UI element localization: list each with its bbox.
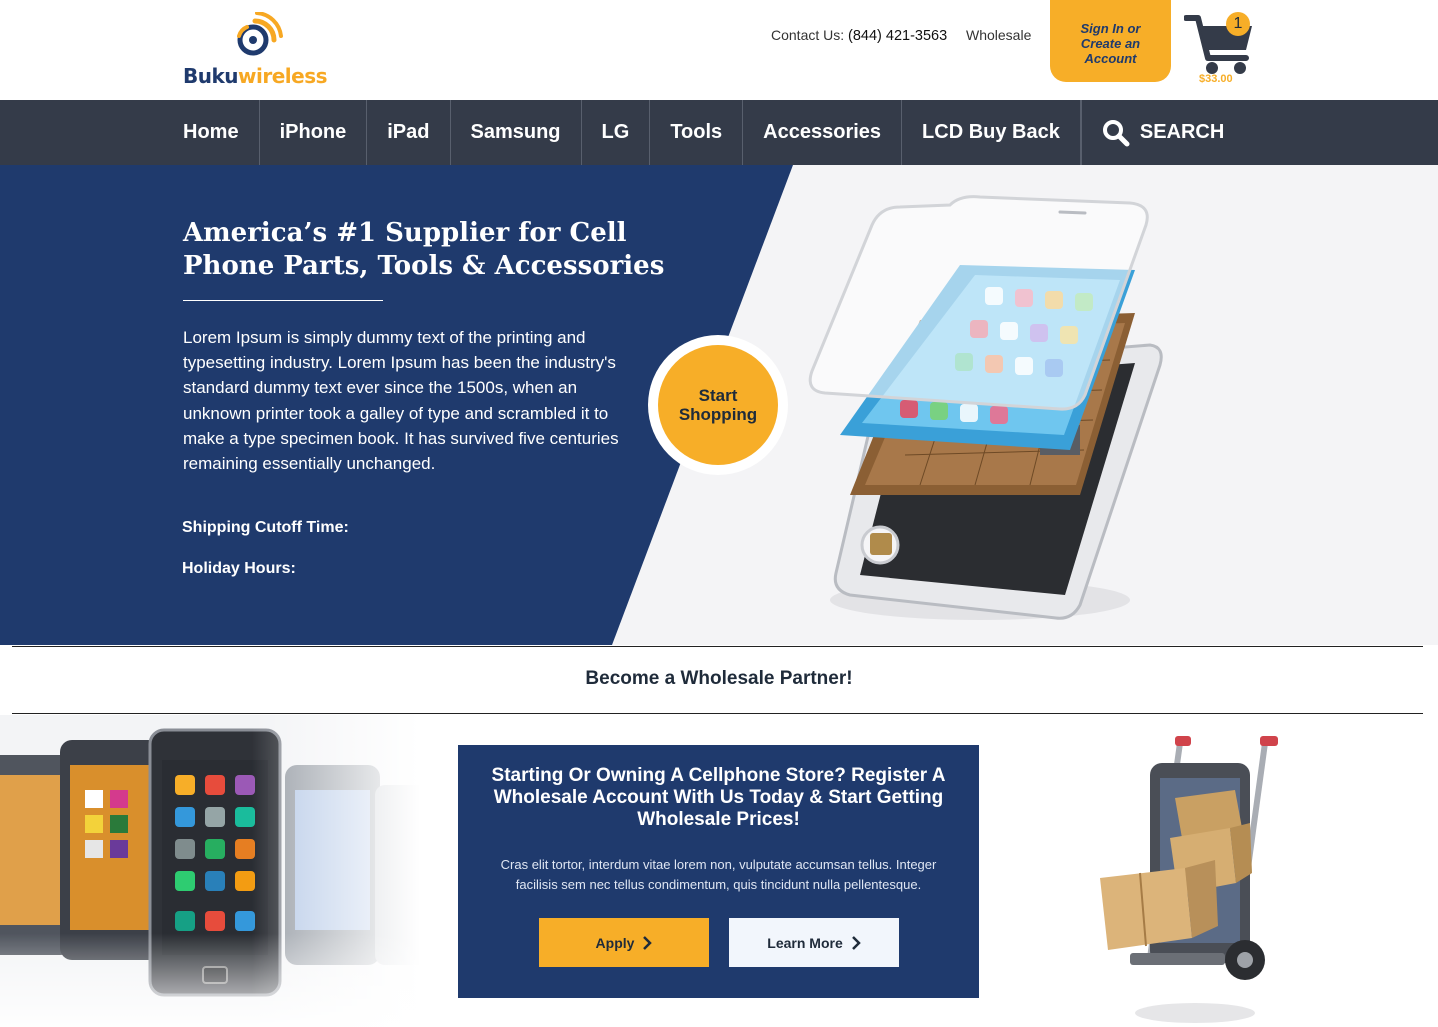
logo-text-wireless: wireless	[238, 64, 328, 88]
contact-label: Contact Us:	[771, 27, 845, 43]
logo-text-buku: Buku	[183, 64, 239, 88]
nav-item-ipad[interactable]: iPad	[367, 100, 451, 165]
hero-banner: America’s #1 Supplier for Cell Phone Par…	[0, 165, 1438, 645]
logo-wordmark: Bukuwireless	[183, 64, 328, 88]
nav-item-tools[interactable]: Tools	[650, 100, 744, 165]
apply-label: Apply	[595, 934, 635, 951]
logo-signal-icon	[237, 12, 283, 56]
hero-body-text: Lorem Ipsum is simply dummy text of the …	[183, 328, 619, 474]
hero-divider	[183, 300, 383, 301]
nav-item-home[interactable]: Home	[163, 100, 260, 165]
signin-label: Sign In or Create an Account	[1080, 20, 1141, 66]
wholesale-link[interactable]: Wholesale	[966, 27, 1031, 43]
contact-phone-link[interactable]: (844) 421-3563	[848, 28, 947, 44]
learn-more-label: Learn More	[767, 934, 843, 951]
chevron-right-icon	[851, 935, 861, 950]
smartphones-image	[0, 715, 420, 1027]
cart-button[interactable]: 1 $33.00	[1184, 12, 1256, 90]
start-shopping-label: Start Shopping	[670, 386, 766, 424]
start-shopping-text: Start Shopping	[678, 386, 758, 424]
nav-item-lcd-buy-back[interactable]: LCD Buy Back	[902, 100, 1081, 165]
start-shopping-button[interactable]: Start Shopping	[648, 335, 788, 475]
chevron-right-icon	[643, 935, 653, 950]
holiday-hours-label: Holiday Hours:	[182, 560, 296, 577]
exploded-phone-image	[808, 195, 1163, 620]
nav-item-accessories[interactable]: Accessories	[743, 100, 903, 165]
nav-item-iphone[interactable]: iPhone	[260, 100, 368, 165]
strip-bottom-divider	[12, 713, 1423, 714]
hand-truck-boxes-image	[1100, 736, 1278, 1023]
nav-search-button[interactable]: SEARCH	[1080, 100, 1225, 165]
contact-info: Contact Us: (844) 421-3563	[771, 27, 947, 44]
signin-button[interactable]: Sign In or Create an Account	[1050, 0, 1171, 82]
strip-top-divider	[12, 646, 1423, 647]
learn-more-button[interactable]: Learn More	[729, 918, 899, 967]
nav-search-label: SEARCH	[1139, 121, 1225, 143]
brand-logo[interactable]: Bukuwireless	[183, 12, 328, 90]
wholesale-strip-title: Become a Wholesale Partner!	[585, 668, 853, 689]
main-nav: Home iPhone iPad Samsung LG Tools Access…	[0, 100, 1438, 165]
search-icon	[1102, 119, 1130, 146]
nav-item-samsung[interactable]: Samsung	[451, 100, 582, 165]
cart-total: $33.00	[1199, 73, 1233, 85]
shipping-cutoff-label: Shipping Cutoff Time:	[182, 519, 349, 536]
apply-button[interactable]: Apply	[539, 918, 709, 967]
wholesale-cta-panel: Starting Or Owning A Cellphone Store? Re…	[458, 745, 979, 998]
cart-count-badge: 1	[1226, 12, 1250, 36]
wholesale-cta-title: Starting Or Owning A Cellphone Store? Re…	[491, 765, 946, 830]
hero-title: America’s #1 Supplier for Cell Phone Par…	[183, 218, 665, 281]
nav-item-lg[interactable]: LG	[582, 100, 651, 165]
wholesale-cta-text: Cras elit tortor, interdum vitae lorem n…	[500, 857, 937, 892]
site-header: Bukuwireless Contact Us: (844) 421-3563 …	[0, 0, 1438, 100]
